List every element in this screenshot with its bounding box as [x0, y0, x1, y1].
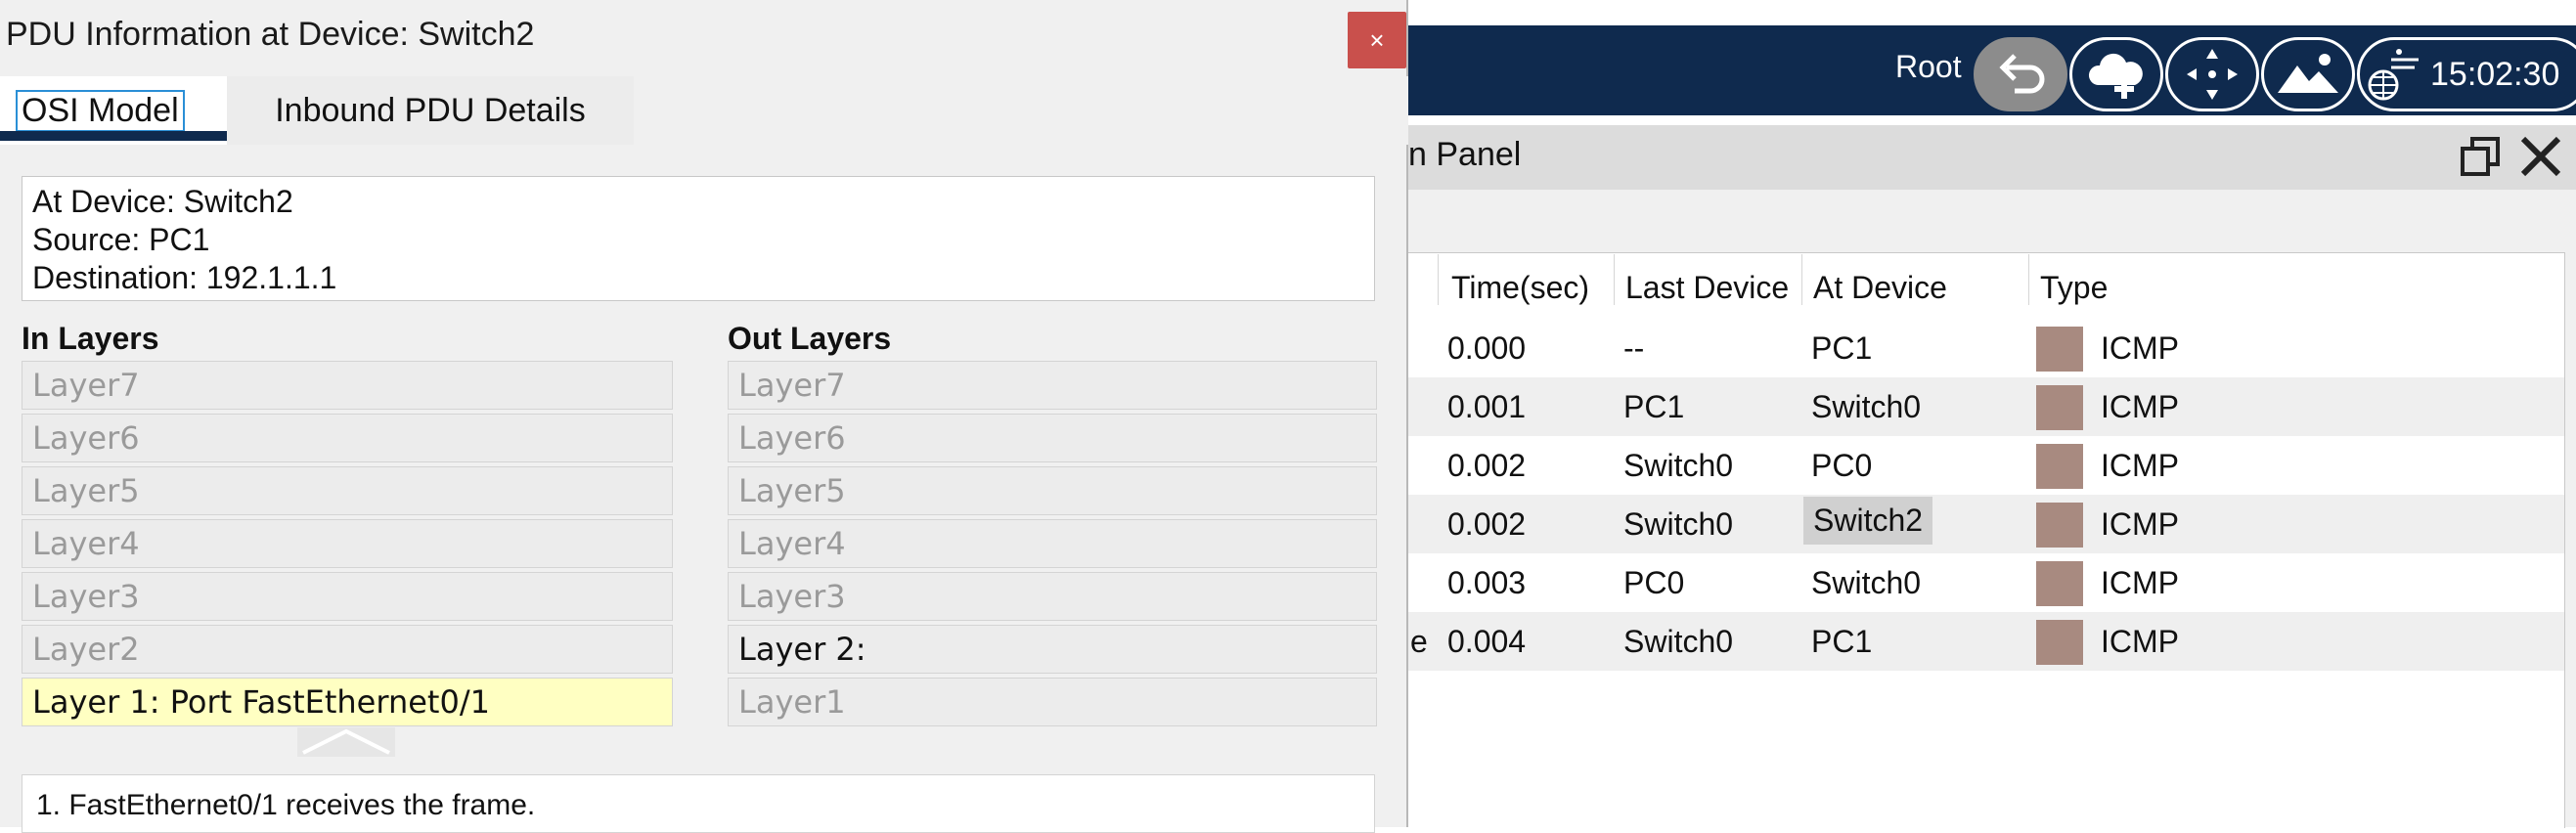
tab-inbound-pdu-details[interactable]: Inbound PDU Details	[227, 76, 634, 145]
out-layer-4[interactable]: Layer4	[728, 519, 1377, 568]
restore-window-icon[interactable]	[2459, 135, 2502, 178]
table-row[interactable]: 0.002 Switch0 Switch2 ICMP	[1408, 495, 2564, 553]
cloud-add-button[interactable]	[2069, 37, 2163, 111]
landscape-icon	[2278, 54, 2338, 93]
pdu-info-dialog: PDU Information at Device: Switch2 × OSI…	[0, 0, 1408, 833]
table-row[interactable]: 0.003 PC0 Switch0 ICMP	[1408, 553, 2564, 612]
cell-time: 0.001	[1447, 389, 1527, 424]
landscape-button[interactable]	[2261, 37, 2355, 111]
in-layers-title: In Layers	[22, 321, 159, 356]
cell-time: 0.000	[1447, 330, 1527, 366]
table-row[interactable]: 0.002 Switch0 PC0 ICMP	[1408, 436, 2564, 495]
scroll-up-arrow-icon[interactable]	[297, 727, 395, 757]
cell-time: 0.004	[1447, 624, 1527, 659]
in-layer-6[interactable]: Layer6	[22, 414, 673, 462]
cell-at-device: PC1	[1811, 330, 1873, 366]
in-layer-1-active[interactable]: Layer 1: Port FastEthernet0/1	[22, 678, 673, 726]
panel-title: n Panel	[1408, 136, 1522, 173]
undo-icon	[1999, 54, 2045, 94]
in-layer-4[interactable]: Layer4	[22, 519, 673, 568]
layer-description: 1. FastEthernet0/1 receives the frame.	[22, 774, 1375, 833]
description-text: 1. FastEthernet0/1 receives the frame.	[36, 789, 536, 821]
cell-at-device: PC1	[1811, 624, 1873, 659]
cell-type: ICMP	[2101, 565, 2179, 600]
out-layer-6[interactable]: Layer6	[728, 414, 1377, 462]
clock-button[interactable]: 15:02:30	[2357, 37, 2576, 111]
in-layer-5[interactable]: Layer5	[22, 466, 673, 515]
cell-last-device: PC0	[1623, 565, 1685, 600]
cell-last-device: PC1	[1623, 389, 1685, 424]
cell-at-device: Switch0	[1811, 565, 1922, 600]
cell-last-device: Switch0	[1623, 624, 1734, 659]
row-lead: e	[1410, 624, 1428, 659]
network-clock-icon	[2368, 49, 2419, 101]
user-label: Root	[1895, 49, 1962, 84]
header-at-device[interactable]: At Device	[1813, 270, 1947, 306]
cell-last-device: Switch0	[1623, 448, 1734, 483]
cloud-add-icon	[2088, 53, 2143, 99]
table-row[interactable]: e 0.004 Switch0 PC1 ICMP	[1408, 612, 2564, 671]
type-color-swatch	[2036, 561, 2083, 606]
column-separator[interactable]	[1801, 254, 1802, 305]
cell-at-device: PC0	[1811, 448, 1873, 483]
out-layer-5[interactable]: Layer5	[728, 466, 1377, 515]
table-row[interactable]: 0.000 -- PC1 ICMP	[1408, 319, 2564, 377]
clock-time: 15:02:30	[2430, 55, 2560, 93]
type-color-swatch	[2036, 444, 2083, 489]
panel-title-bar	[1408, 125, 2576, 190]
cell-time: 0.003	[1447, 565, 1527, 600]
undo-button[interactable]	[1974, 37, 2067, 111]
cell-type: ICMP	[2101, 506, 2179, 542]
tab-strip-filler	[634, 76, 1408, 145]
out-layer-1[interactable]: Layer1	[728, 678, 1377, 726]
out-layer-2[interactable]: Layer 2:	[728, 625, 1377, 674]
in-layer-7[interactable]: Layer7	[22, 361, 673, 410]
out-layer-7[interactable]: Layer7	[728, 361, 1377, 410]
out-layer-3[interactable]: Layer3	[728, 572, 1377, 621]
cell-at-device-selected: Switch2	[1803, 497, 1933, 545]
active-tab-indicator	[0, 131, 227, 141]
cell-type: ICMP	[2101, 389, 2179, 424]
header-time[interactable]: Time(sec)	[1451, 270, 1589, 306]
cell-last-device: --	[1623, 330, 1645, 366]
type-color-swatch	[2036, 385, 2083, 430]
cell-last-device: Switch0	[1623, 506, 1734, 542]
header-type[interactable]: Type	[2040, 270, 2108, 306]
info-at-device: At Device: Switch2	[32, 184, 293, 219]
column-separator[interactable]	[1614, 254, 1615, 305]
type-color-swatch	[2036, 620, 2083, 665]
info-destination: Destination: 192.1.1.1	[32, 260, 337, 295]
dialog-title: PDU Information at Device: Switch2	[6, 16, 535, 53]
cell-type: ICMP	[2101, 624, 2179, 659]
header-last-device[interactable]: Last Device	[1625, 270, 1794, 306]
info-source: Source: PC1	[32, 222, 210, 257]
in-layer-3[interactable]: Layer3	[22, 572, 673, 621]
table-row[interactable]: 0.001 PC1 Switch0 ICMP	[1408, 377, 2564, 436]
in-layer-2[interactable]: Layer2	[22, 625, 673, 674]
type-color-swatch	[2036, 327, 2083, 372]
column-separator[interactable]	[1438, 254, 1439, 305]
tab-label: Inbound PDU Details	[275, 91, 586, 129]
move-button[interactable]	[2165, 37, 2259, 111]
move-icon	[2187, 49, 2238, 100]
cell-at-device: Switch0	[1811, 389, 1922, 424]
out-layers-title: Out Layers	[728, 321, 892, 356]
cell-time: 0.002	[1447, 448, 1527, 483]
device-info-box: At Device: Switch2 Source: PC1 Destinati…	[22, 176, 1375, 301]
close-icon: ×	[1369, 24, 1385, 55]
type-color-swatch	[2036, 503, 2083, 548]
column-separator[interactable]	[2028, 254, 2029, 305]
close-panel-icon[interactable]	[2519, 135, 2562, 178]
cell-type: ICMP	[2101, 330, 2179, 366]
cell-time: 0.002	[1447, 506, 1527, 542]
dialog-close-button[interactable]: ×	[1348, 12, 1406, 68]
tab-label: OSI Model	[16, 89, 185, 132]
cell-type: ICMP	[2101, 448, 2179, 483]
